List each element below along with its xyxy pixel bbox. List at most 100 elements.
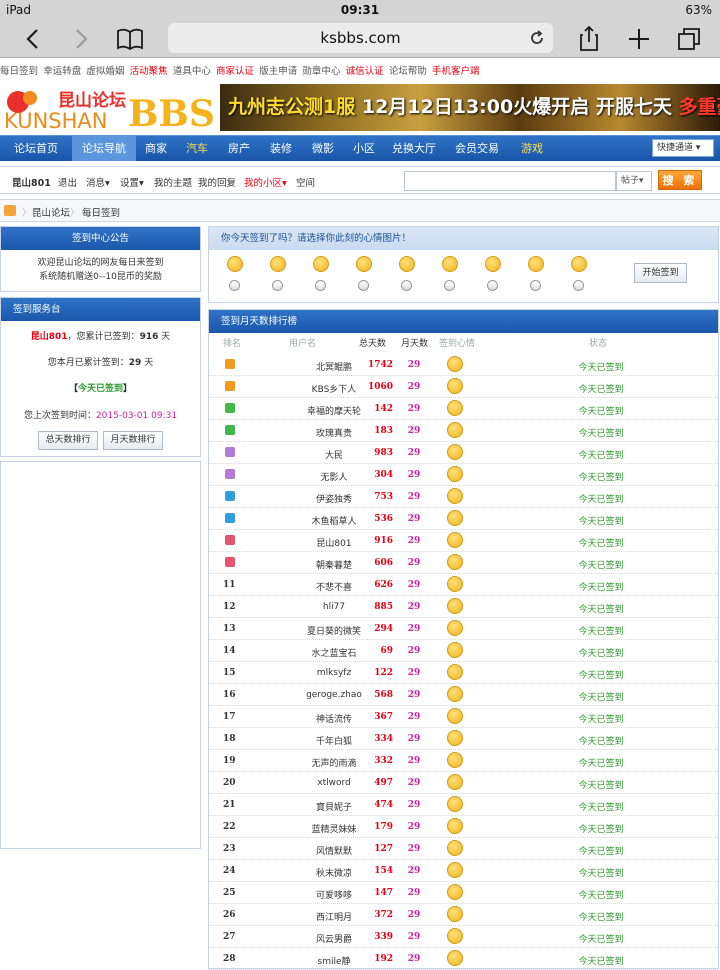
row-status: 今天已签到 [561, 844, 641, 857]
row-month-days: 29 [399, 536, 429, 546]
ad-title: 九州志公测1服 [228, 96, 355, 118]
row-rank: 23 [223, 844, 236, 854]
month-rank-button[interactable]: 月天数排行 [103, 431, 163, 450]
row-mood-icon [447, 400, 463, 416]
nav-item[interactable]: 兑换大厅 [384, 136, 444, 161]
clock: 09:31 [0, 3, 720, 17]
mood-face-icon[interactable] [485, 256, 501, 272]
row-month-days: 29 [399, 910, 429, 920]
home-icon[interactable] [4, 205, 16, 216]
nav-item[interactable]: 论坛首页 [0, 136, 72, 161]
last-sign-time: 2015-03-01 09:31 [96, 411, 177, 421]
mood-face-icon[interactable] [356, 256, 372, 272]
mood-radio[interactable] [229, 280, 240, 291]
mood-face-icon[interactable] [313, 256, 329, 272]
my-replies-link[interactable]: 我的回复 [198, 175, 236, 189]
tabs-button[interactable] [673, 24, 705, 54]
left-empty-panel [0, 461, 201, 849]
new-tab-button[interactable] [623, 24, 655, 54]
row-total-days: 983 [353, 448, 393, 458]
top-link[interactable]: 每日签到 [0, 66, 38, 77]
mood-face-icon[interactable] [571, 256, 587, 272]
username-link[interactable]: 昆山801 [12, 175, 51, 189]
rank-medal-icon [225, 535, 235, 545]
my-topics-link[interactable]: 我的主题 [154, 175, 192, 189]
space-link[interactable]: 空间 [296, 175, 315, 189]
top-link[interactable]: 活动聚焦 [130, 66, 168, 77]
ios-status-bar: iPad 09:31 63% [0, 0, 720, 20]
nav-item[interactable]: 商家 [136, 136, 176, 161]
top-link[interactable]: 虚拟婚姻 [86, 66, 124, 77]
mood-radio[interactable] [487, 280, 498, 291]
forward-button[interactable] [66, 24, 98, 54]
mood-radio[interactable] [315, 280, 326, 291]
nav-item[interactable]: 汽车 [176, 136, 218, 161]
game-ad-banner[interactable]: 九州志公测1服 12月12日13:00火爆开启 开服七天 多重豪礼送不停 [220, 84, 720, 131]
quick-channel-select[interactable]: 快捷通道 ▾ [652, 139, 714, 157]
row-status: 今天已签到 [561, 470, 641, 483]
row-month-days: 29 [399, 558, 429, 568]
table-row: 昆山80191629今天已签到 [209, 530, 718, 552]
table-row: 21寶貝妮子47429今天已签到 [209, 794, 718, 816]
table-row: 28smile静19229今天已签到 [209, 948, 718, 970]
row-status: 今天已签到 [561, 690, 641, 703]
row-status: 今天已签到 [561, 514, 641, 527]
mood-radio[interactable] [272, 280, 283, 291]
top-link[interactable]: 论坛帮助 [389, 66, 427, 77]
search-input[interactable] [404, 171, 616, 191]
mood-radio[interactable] [401, 280, 412, 291]
logo-graphic: 昆山论坛 KUNSHAN BBS [0, 82, 216, 133]
mood-radio[interactable] [358, 280, 369, 291]
mood-face-icon[interactable] [270, 256, 286, 272]
search-scope-select[interactable]: 帖子▾ [616, 171, 652, 191]
bookmarks-button[interactable] [114, 24, 146, 54]
user-bar: 昆山801 退出 消息▾ 设置▾ 我的主题 我的回复 我的小区▾ 空间 帖子▾ … [0, 166, 720, 194]
nav-item[interactable]: 小区 [344, 136, 384, 161]
total-rank-button[interactable]: 总天数排行 [38, 431, 98, 450]
nav-item[interactable]: 房产 [218, 136, 260, 161]
nav-item[interactable]: 论坛导航 [72, 136, 136, 161]
row-status: 今天已签到 [561, 668, 641, 681]
browser-toolbar: ksbbs.com [0, 20, 720, 58]
top-link[interactable]: 诚信认证 [346, 66, 384, 77]
address-bar[interactable]: ksbbs.com [168, 23, 553, 53]
mood-radio[interactable] [444, 280, 455, 291]
site-logo[interactable]: 昆山论坛 KUNSHAN BBS [0, 82, 216, 133]
nav-item[interactable]: 装修 [260, 136, 302, 161]
share-button[interactable] [573, 24, 605, 54]
mood-face-icon[interactable] [227, 256, 243, 272]
signed-status: 【今天已签到】 [1, 381, 200, 394]
row-total-days: 568 [353, 690, 393, 700]
nav-item[interactable]: 会员交易 [444, 136, 510, 161]
mood-radio[interactable] [530, 280, 541, 291]
table-row: 13夏日葵的微笑29429今天已签到 [209, 618, 718, 640]
mood-face-icon[interactable] [442, 256, 458, 272]
top-link[interactable]: 幸运转盘 [43, 66, 81, 77]
top-link[interactable]: 版主申请 [259, 66, 297, 77]
top-link[interactable]: 商家认证 [216, 66, 254, 77]
row-total-days: 154 [353, 866, 393, 876]
row-total-days: 474 [353, 800, 393, 810]
mood-face-icon[interactable] [399, 256, 415, 272]
messages-menu[interactable]: 消息▾ [86, 175, 110, 189]
nav-item[interactable]: 游戏 [510, 136, 554, 161]
row-month-days: 29 [399, 800, 429, 810]
notice-line: 欢迎昆山论坛的网友每日来签到 [1, 256, 200, 270]
settings-menu[interactable]: 设置▾ [120, 175, 144, 189]
row-month-days: 29 [399, 580, 429, 590]
mood-radio[interactable] [573, 280, 584, 291]
top-link[interactable]: 勋章中心 [302, 66, 340, 77]
start-sign-button[interactable]: 开始签到 [634, 263, 687, 283]
back-button[interactable] [16, 24, 48, 54]
table-row: 伊姿独秀75329今天已签到 [209, 486, 718, 508]
top-link[interactable]: 手机客户端 [432, 66, 480, 77]
nav-item[interactable]: 微影 [302, 136, 344, 161]
table-row: 朝秦暮楚60629今天已签到 [209, 552, 718, 574]
mood-face-icon[interactable] [528, 256, 544, 272]
search-button[interactable]: 搜 索 [658, 170, 702, 190]
breadcrumb-forum[interactable]: 昆山论坛 [32, 205, 70, 219]
top-link[interactable]: 道具中心 [173, 66, 211, 77]
table-row: 11不悲不喜62629今天已签到 [209, 574, 718, 596]
logout-link[interactable]: 退出 [58, 175, 77, 189]
my-area-menu[interactable]: 我的小区▾ [244, 175, 287, 189]
